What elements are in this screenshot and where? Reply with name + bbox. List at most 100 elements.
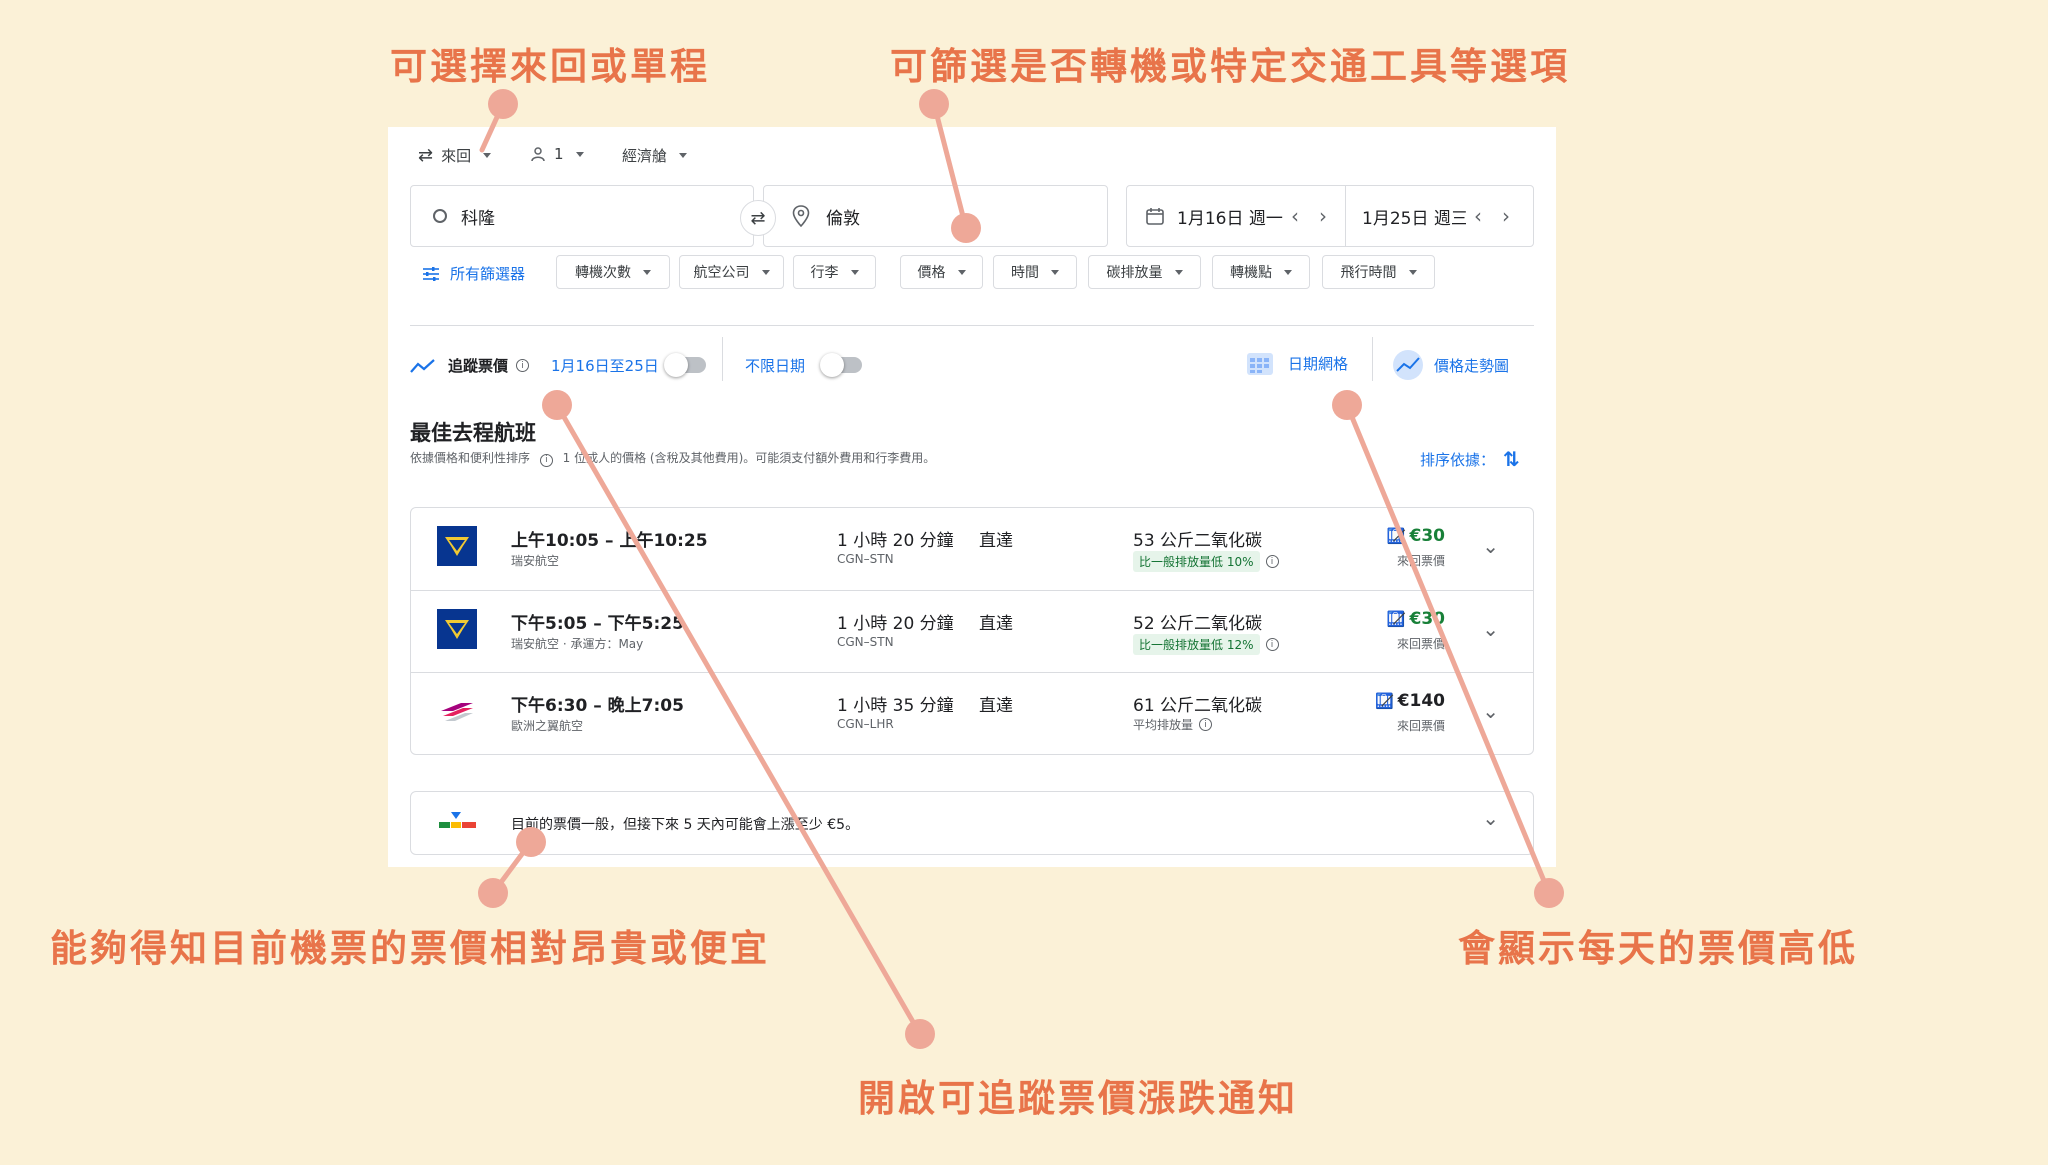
callout-dot <box>905 1019 935 1049</box>
flight-row[interactable]: 上午10:05 – 上午10:25 瑞安航空 1 小時 20 分鐘 CGN–ST… <box>411 508 1533 590</box>
chip-label: 轉機點 <box>1230 265 1272 281</box>
flight-stops: 直達 <box>979 614 1013 634</box>
depart-date[interactable]: 1月16日 週一 <box>1177 204 1283 229</box>
passenger-select[interactable]: 1 <box>530 145 584 163</box>
info-icon: i <box>539 454 553 467</box>
callout-dot <box>478 878 508 908</box>
tune-icon <box>423 266 439 281</box>
price-level-icon <box>439 812 476 828</box>
chevron-down-icon[interactable]: ⌄ <box>1482 699 1499 723</box>
results-note: 依據價格和便利性排序 i 1 位成人的價格 (含稅及其他費用)。可能須支付額外費… <box>410 449 990 468</box>
any-dates-toggle[interactable] <box>820 353 862 377</box>
chevron-left-icon[interactable]: ‹ <box>1291 204 1299 228</box>
any-dates-label: 不限日期 <box>745 357 806 375</box>
chevron-down-icon <box>679 153 688 158</box>
chevron-right-icon[interactable]: › <box>1502 204 1510 228</box>
destination-field[interactable]: 倫敦 <box>763 185 1108 247</box>
flight-price: 🛄̸ €30 <box>1387 526 1445 546</box>
flight-time: 下午6:30 – 晚上7:05 <box>511 696 684 716</box>
price-note: 來回票價 <box>1396 554 1445 568</box>
filter-chip-emissions[interactable]: 碳排放量 <box>1088 255 1201 289</box>
swap-button[interactable]: ⇄ <box>740 200 776 236</box>
track-prices-row: 追蹤票價 i 1月16日至25日 <box>410 355 659 376</box>
price-graph-icon <box>1393 350 1423 380</box>
trip-type-select[interactable]: ⇄ 來回 <box>418 145 492 166</box>
flight-airline: 歐洲之翼航空 <box>511 719 584 733</box>
return-date[interactable]: 1月25日 週三 <box>1362 204 1466 229</box>
filter-chip-stops[interactable]: 轉機次數 <box>556 255 670 289</box>
all-filters-button[interactable]: 所有篩選器 <box>422 263 525 284</box>
track-prices-label: 追蹤票價 <box>448 357 509 375</box>
chip-label: 時間 <box>1011 265 1039 281</box>
chip-label: 轉機次數 <box>575 265 631 281</box>
price-value: €140 <box>1397 691 1445 711</box>
flight-co2: 52 公斤二氧化碳 <box>1133 614 1263 634</box>
flight-duration: 1 小時 20 分鐘 <box>837 614 954 634</box>
callout-price-insight: 能夠得知目前機票的票價相對昂貴或便宜 <box>50 927 770 970</box>
date-grid-button[interactable]: 日期網格 <box>1246 349 1348 377</box>
sort-label: 排序依據： <box>1420 450 1496 469</box>
chevron-left-icon[interactable]: ‹ <box>1474 204 1482 228</box>
flight-duration: 1 小時 35 分鐘 <box>837 696 954 716</box>
flight-time: 上午10:05 – 上午10:25 <box>511 531 708 551</box>
swap-icon: ⇄ <box>750 207 766 229</box>
flight-row[interactable]: 下午6:30 – 晚上7:05 歐洲之翼航空 1 小時 35 分鐘 CGN–LH… <box>411 672 1533 754</box>
chevron-down-icon <box>957 269 966 275</box>
co2-note: 平均排放量 i <box>1133 716 1213 733</box>
origin-field[interactable]: 科隆 <box>410 185 754 247</box>
sort-button[interactable]: 排序依據： ⇅ <box>1420 447 1520 471</box>
chevron-down-icon[interactable]: ⌄ <box>1482 806 1499 830</box>
flight-price: 🛄̸ €140 <box>1375 691 1445 711</box>
filter-chip-connecting[interactable]: 轉機點 <box>1212 255 1310 289</box>
price-insight-banner[interactable]: 目前的票價一般，但接下來 5 天內可能會上漲至少 €5。 ⌄ <box>410 791 1534 855</box>
ryanair-logo-icon <box>437 526 477 566</box>
ryanair-logo-icon <box>437 609 477 649</box>
price-insight-text: 目前的票價一般，但接下來 5 天內可能會上漲至少 €5。 <box>511 817 860 833</box>
person-icon <box>531 147 545 162</box>
flight-route: CGN–STN <box>837 635 894 649</box>
sort-note: 依據價格和便利性排序 <box>410 451 531 465</box>
flight-price: 🛄̸ €30 <box>1387 609 1445 629</box>
cabin-select[interactable]: 經濟艙 <box>622 145 688 166</box>
info-icon: i <box>1199 718 1213 731</box>
co2-note: 比一般排放量低 10% i <box>1133 551 1279 572</box>
no-bag-icon: 🛄̸ <box>1386 610 1406 628</box>
date-grid-icon <box>1247 353 1273 375</box>
chevron-down-icon[interactable]: ⌄ <box>1482 617 1499 641</box>
chevron-down-icon <box>1051 269 1059 275</box>
flight-route: CGN–LHR <box>837 717 894 731</box>
filter-chip-bags[interactable]: 行李 <box>793 255 876 289</box>
origin-circle-icon <box>433 209 447 223</box>
co2-badge: 比一般排放量低 12% <box>1133 634 1260 655</box>
filter-chip-times[interactable]: 時間 <box>993 255 1077 289</box>
chevron-right-icon[interactable]: › <box>1319 204 1327 228</box>
origin-value: 科隆 <box>461 208 495 229</box>
chevron-down-icon <box>1408 269 1417 275</box>
eurowings-logo-icon <box>441 703 473 721</box>
chevron-down-icon <box>643 269 651 275</box>
filter-chip-duration[interactable]: 飛行時間 <box>1322 255 1435 289</box>
flight-airline: 瑞安航空 · 承運方：May <box>511 637 644 651</box>
price-note: 來回票價 <box>1396 719 1445 733</box>
cabin-value: 經濟艙 <box>622 147 668 165</box>
price-value: €30 <box>1409 526 1446 546</box>
date-field[interactable]: 1月16日 週一 ‹ › 1月25日 週三 ‹ › <box>1126 185 1534 247</box>
flight-row[interactable]: 下午5:05 – 下午5:25 瑞安航空 · 承運方：May 1 小時 20 分… <box>411 590 1533 672</box>
date-grid-label: 日期網格 <box>1288 354 1349 373</box>
chevron-down-icon <box>850 269 859 275</box>
price-graph-button[interactable]: 價格走勢圖 <box>1392 349 1509 381</box>
filter-chip-price[interactable]: 價格 <box>900 255 983 289</box>
callout-trip-type: 可選擇來回或單程 <box>390 45 710 88</box>
flight-airline: 瑞安航空 <box>511 554 560 568</box>
co2-badge: 平均排放量 <box>1133 718 1194 732</box>
callout-dot <box>919 89 949 119</box>
callout-dot <box>1534 878 1564 908</box>
swap-arrows-icon: ⇄ <box>418 145 434 166</box>
track-date-toggle[interactable] <box>664 353 706 377</box>
chevron-down-icon[interactable]: ⌄ <box>1482 534 1499 558</box>
filter-chip-airlines[interactable]: 航空公司 <box>679 255 784 289</box>
flight-time: 下午5:05 – 下午5:25 <box>511 614 684 634</box>
flight-duration: 1 小時 20 分鐘 <box>837 531 954 551</box>
flight-co2: 61 公斤二氧化碳 <box>1133 696 1263 716</box>
results-heading: 最佳去程航班 <box>410 421 536 445</box>
